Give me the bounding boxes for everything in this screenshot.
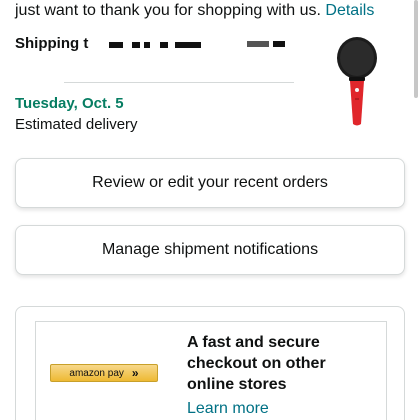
manage-notifications-button[interactable]: Manage shipment notifications [15,225,405,275]
amazon-pay-logo-text: amazon pay [69,367,124,379]
amazon-pay-promo-inner: amazon pay » A fast and secure checkout … [35,321,387,420]
review-orders-button[interactable]: Review or edit your recent orders [15,158,405,208]
product-image[interactable] [336,36,378,128]
learn-more-link[interactable]: Learn more [187,400,269,418]
redacted-address-block [160,42,168,48]
shipping-label: Shipping t [15,35,89,52]
delivery-date: Tuesday, Oct. 5 [15,95,124,112]
redacted-address-block [144,42,150,48]
amazon-pay-promo-card: amazon pay » A fast and secure checkout … [15,306,405,420]
section-divider [64,82,294,83]
redacted-address-block [132,42,140,48]
thank-you-message: just want to thank you for shopping with… [15,1,374,21]
scrollbar[interactable] [414,0,418,98]
amazon-pay-badge: amazon pay » [50,364,158,382]
estimated-delivery-label: Estimated delivery [15,116,138,133]
details-link[interactable]: Details [325,2,374,19]
redacted-address-block [109,42,123,48]
promo-headline: A fast and secure checkout on other onli… [187,334,326,393]
chevron-right-icon: » [131,366,139,380]
redacted-address-block [247,41,269,47]
redacted-address-block [175,42,201,48]
thank-you-text: just want to thank you for shopping with… [15,2,321,19]
redacted-address-block [273,41,285,47]
shipping-address-row: Shipping t [15,34,315,54]
